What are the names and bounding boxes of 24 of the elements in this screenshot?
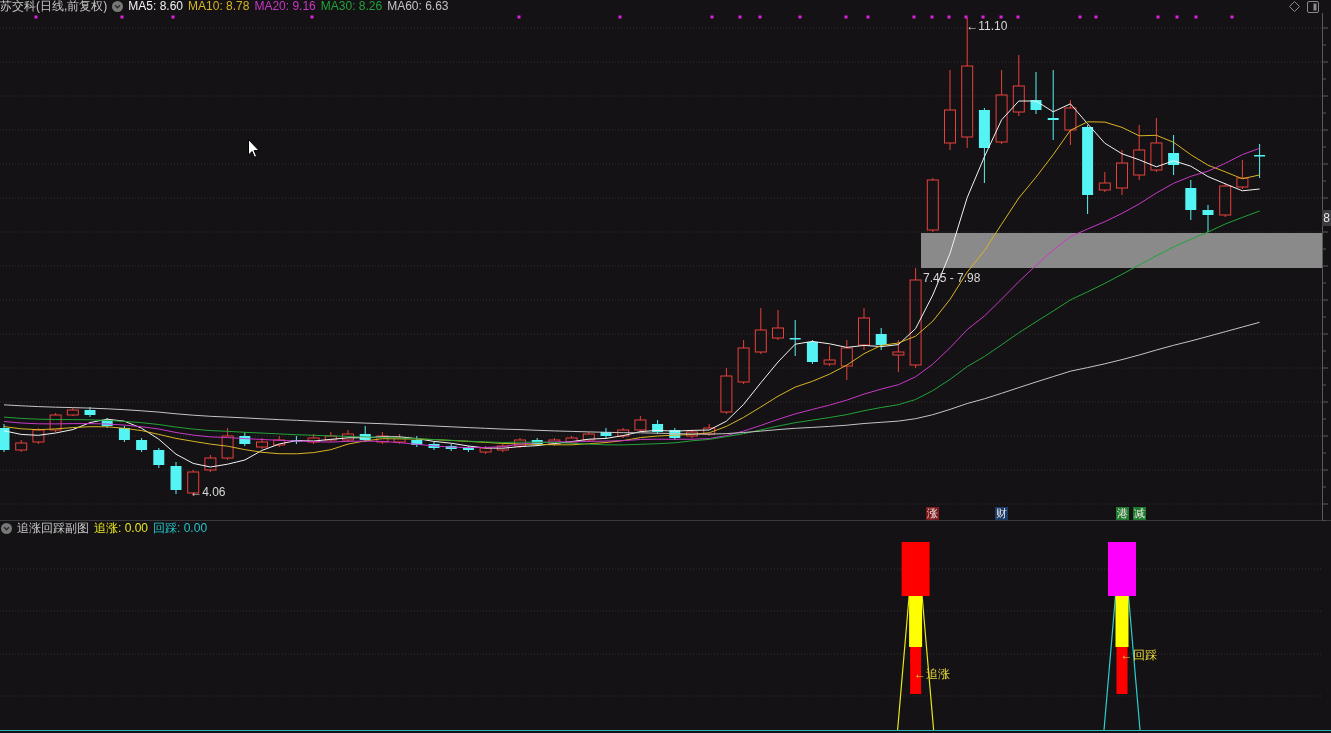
collapse-icon[interactable] <box>112 1 124 12</box>
indicator-title: 追涨回踩副图 <box>17 521 89 536</box>
panel-icon[interactable] <box>1307 0 1319 13</box>
event-badge[interactable]: 减 <box>1132 507 1146 520</box>
ma-legend-value: MA30: 8.26 <box>320 0 383 13</box>
price-extreme-label: ←11.10 <box>966 20 1008 32</box>
event-badge[interactable]: 涨 <box>926 507 940 520</box>
event-badge[interactable]: 港 <box>1115 507 1129 520</box>
event-badge[interactable]: 财 <box>995 507 1009 520</box>
ma-legend-value: MA20: 9.16 <box>254 0 316 13</box>
mouse-pointer-icon <box>248 139 260 158</box>
axis-price-label: 8 <box>1322 210 1331 226</box>
chart-title: 苏交科(日线,前复权) <box>0 0 108 13</box>
ma-legend-value: MA5: 8.60 <box>128 0 184 13</box>
signal-top-block <box>1108 542 1136 596</box>
ma-legend-value: MA10: 8.78 <box>188 0 250 13</box>
indicator-legend-value: 追涨: 0.00 <box>94 521 149 536</box>
diamond-icon[interactable] <box>1289 1 1300 12</box>
collapse-icon[interactable] <box>1 523 12 534</box>
signal-upper-bar <box>1115 596 1129 647</box>
indicator-legend-value: 回踩: 0.00 <box>153 521 208 536</box>
signal-upper-bar <box>909 596 923 647</box>
ma-legend-value: MA60: 6.63 <box>387 0 449 13</box>
signal-top-block <box>901 542 930 596</box>
